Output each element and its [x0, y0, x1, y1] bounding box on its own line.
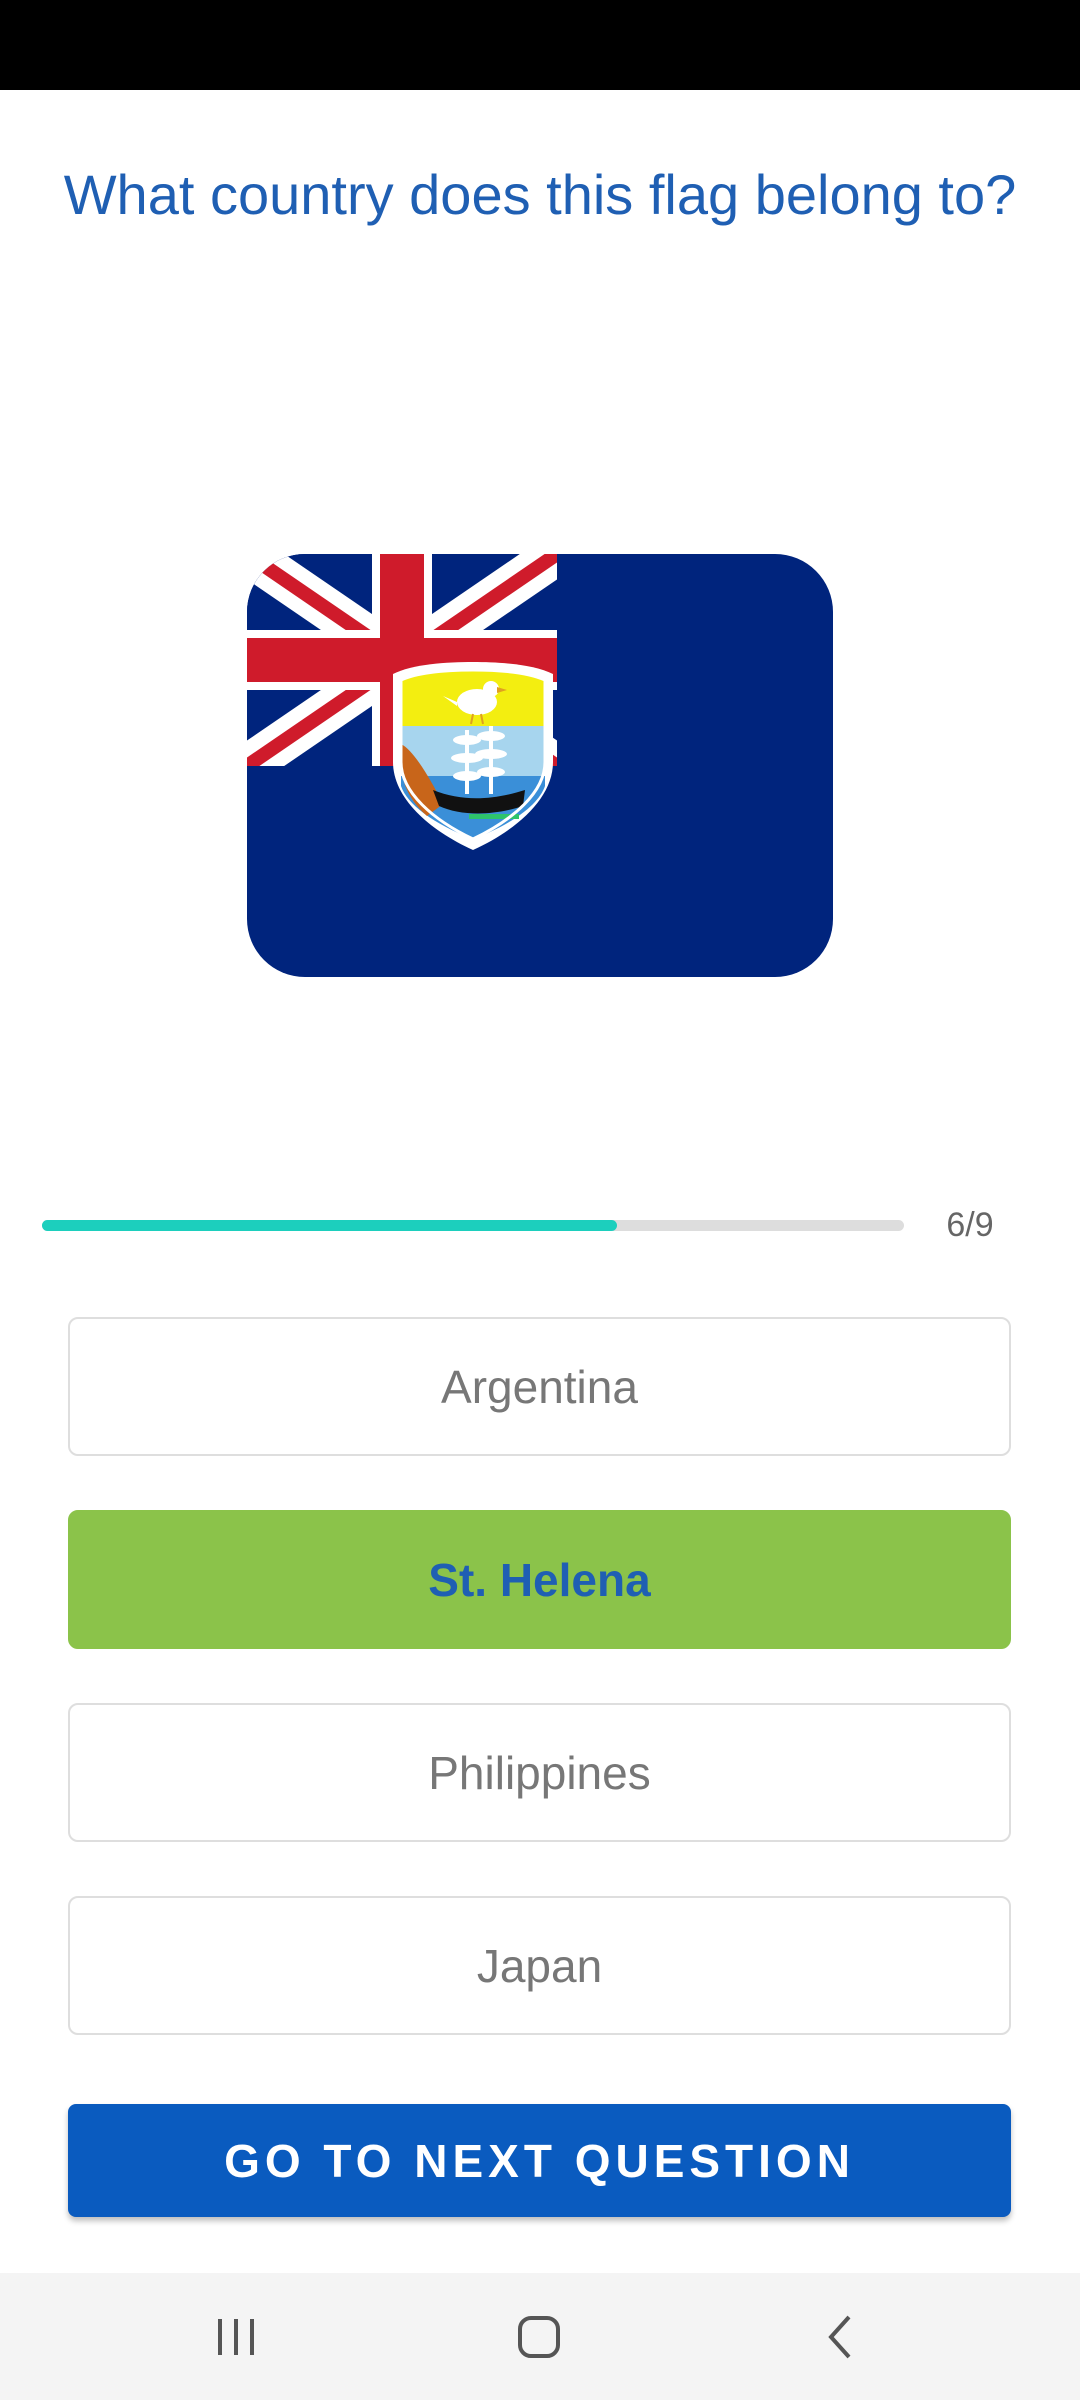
home-button[interactable]: [479, 2273, 599, 2400]
answer-option-label: St. Helena: [428, 1553, 651, 1606]
navigation-bar: [0, 2273, 1080, 2400]
progress-counter: 6/9: [946, 1206, 994, 1244]
home-icon: [518, 2315, 560, 2358]
answer-option-japan[interactable]: Japan: [68, 1896, 1011, 2035]
recent-apps-button[interactable]: [176, 2273, 296, 2400]
st-helena-flag-icon: [247, 554, 833, 977]
progress-bar: [42, 1220, 904, 1231]
progress-fill: [42, 1220, 617, 1231]
next-question-label: GO TO NEXT QUESTION: [224, 2134, 855, 2187]
answer-option-label: Japan: [476, 1939, 603, 1992]
answer-option-label: Philippines: [428, 1746, 651, 1799]
answer-option-argentina[interactable]: Argentina: [68, 1317, 1011, 1456]
answer-option-label: Argentina: [441, 1360, 638, 1413]
status-bar: [0, 0, 1080, 90]
answer-option-philippines[interactable]: Philippines: [68, 1703, 1011, 1842]
back-button[interactable]: [781, 2273, 901, 2400]
next-question-button[interactable]: GO TO NEXT QUESTION: [68, 2104, 1011, 2217]
recent-apps-icon: [218, 2318, 254, 2355]
back-icon: [828, 2315, 851, 2358]
answer-option-st-helena[interactable]: St. Helena: [68, 1510, 1011, 1649]
question-title: What country does this flag belong to?: [63, 163, 1017, 226]
